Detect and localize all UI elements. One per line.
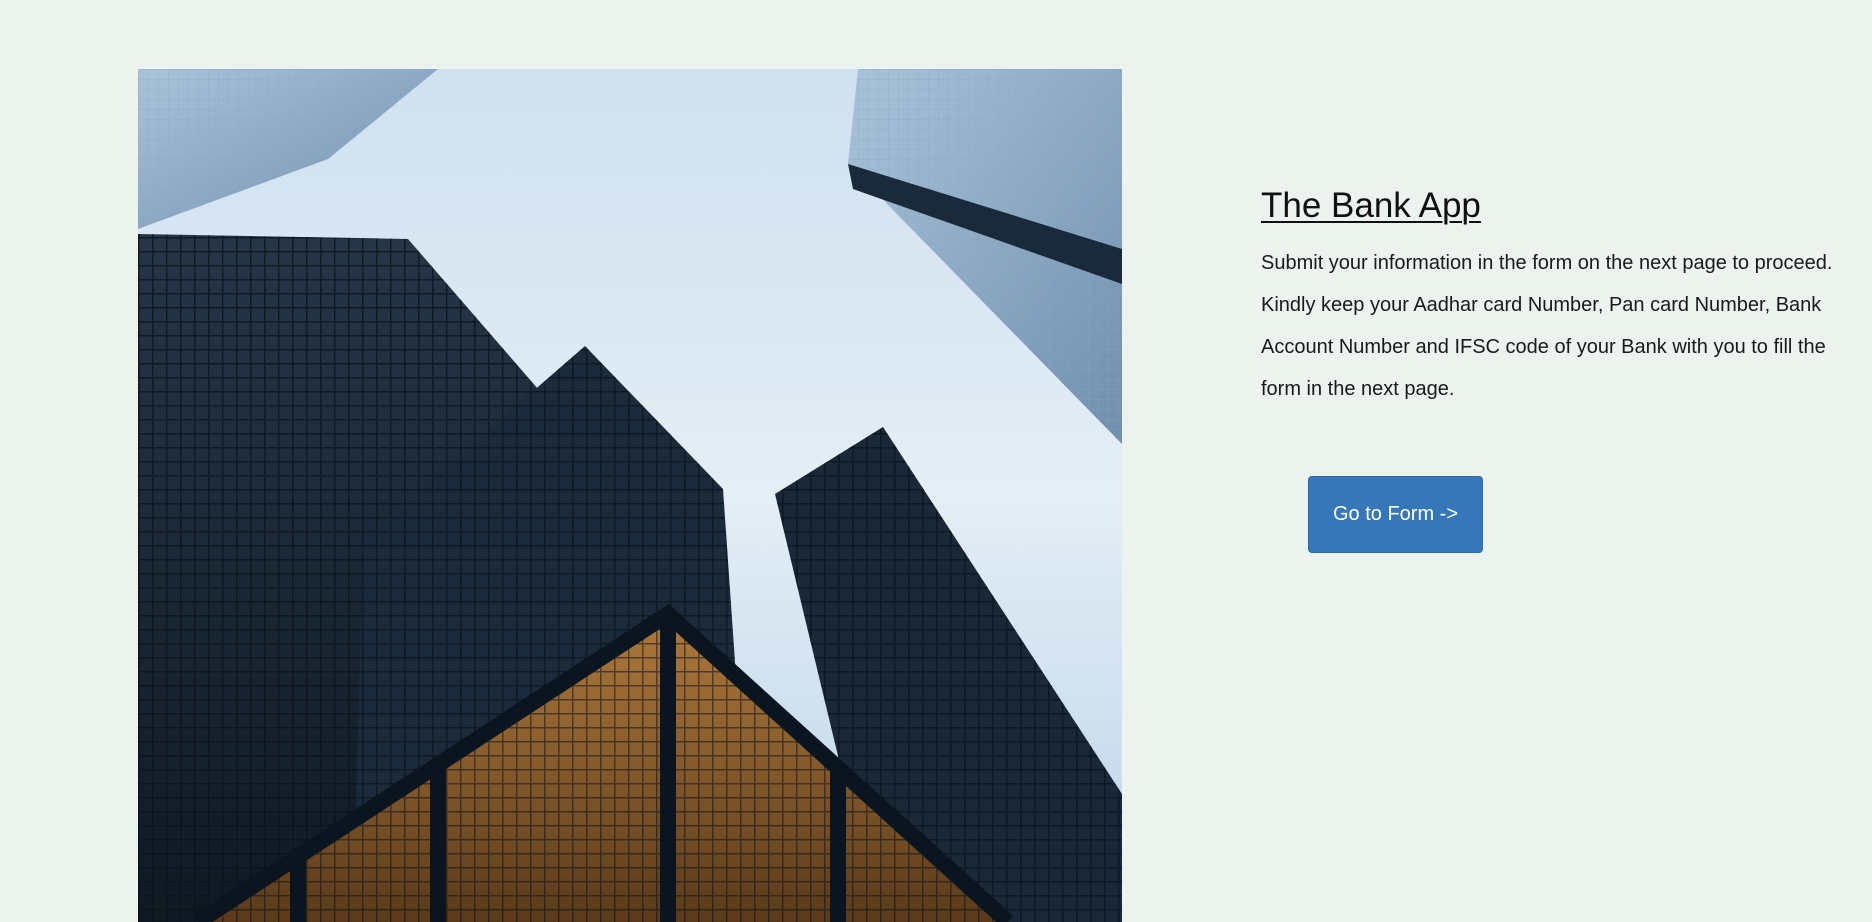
skyscrapers-image xyxy=(138,69,1122,922)
page: The Bank App Submit your information in … xyxy=(0,0,1872,922)
skyscrapers-illustration xyxy=(138,69,1122,922)
intro-panel: The Bank App Submit your information in … xyxy=(1261,180,1841,553)
instructions-text: Submit your information in the form on t… xyxy=(1261,252,1833,400)
page-title: The Bank App xyxy=(1261,186,1481,225)
go-to-form-button[interactable]: Go to Form -> xyxy=(1308,476,1483,553)
